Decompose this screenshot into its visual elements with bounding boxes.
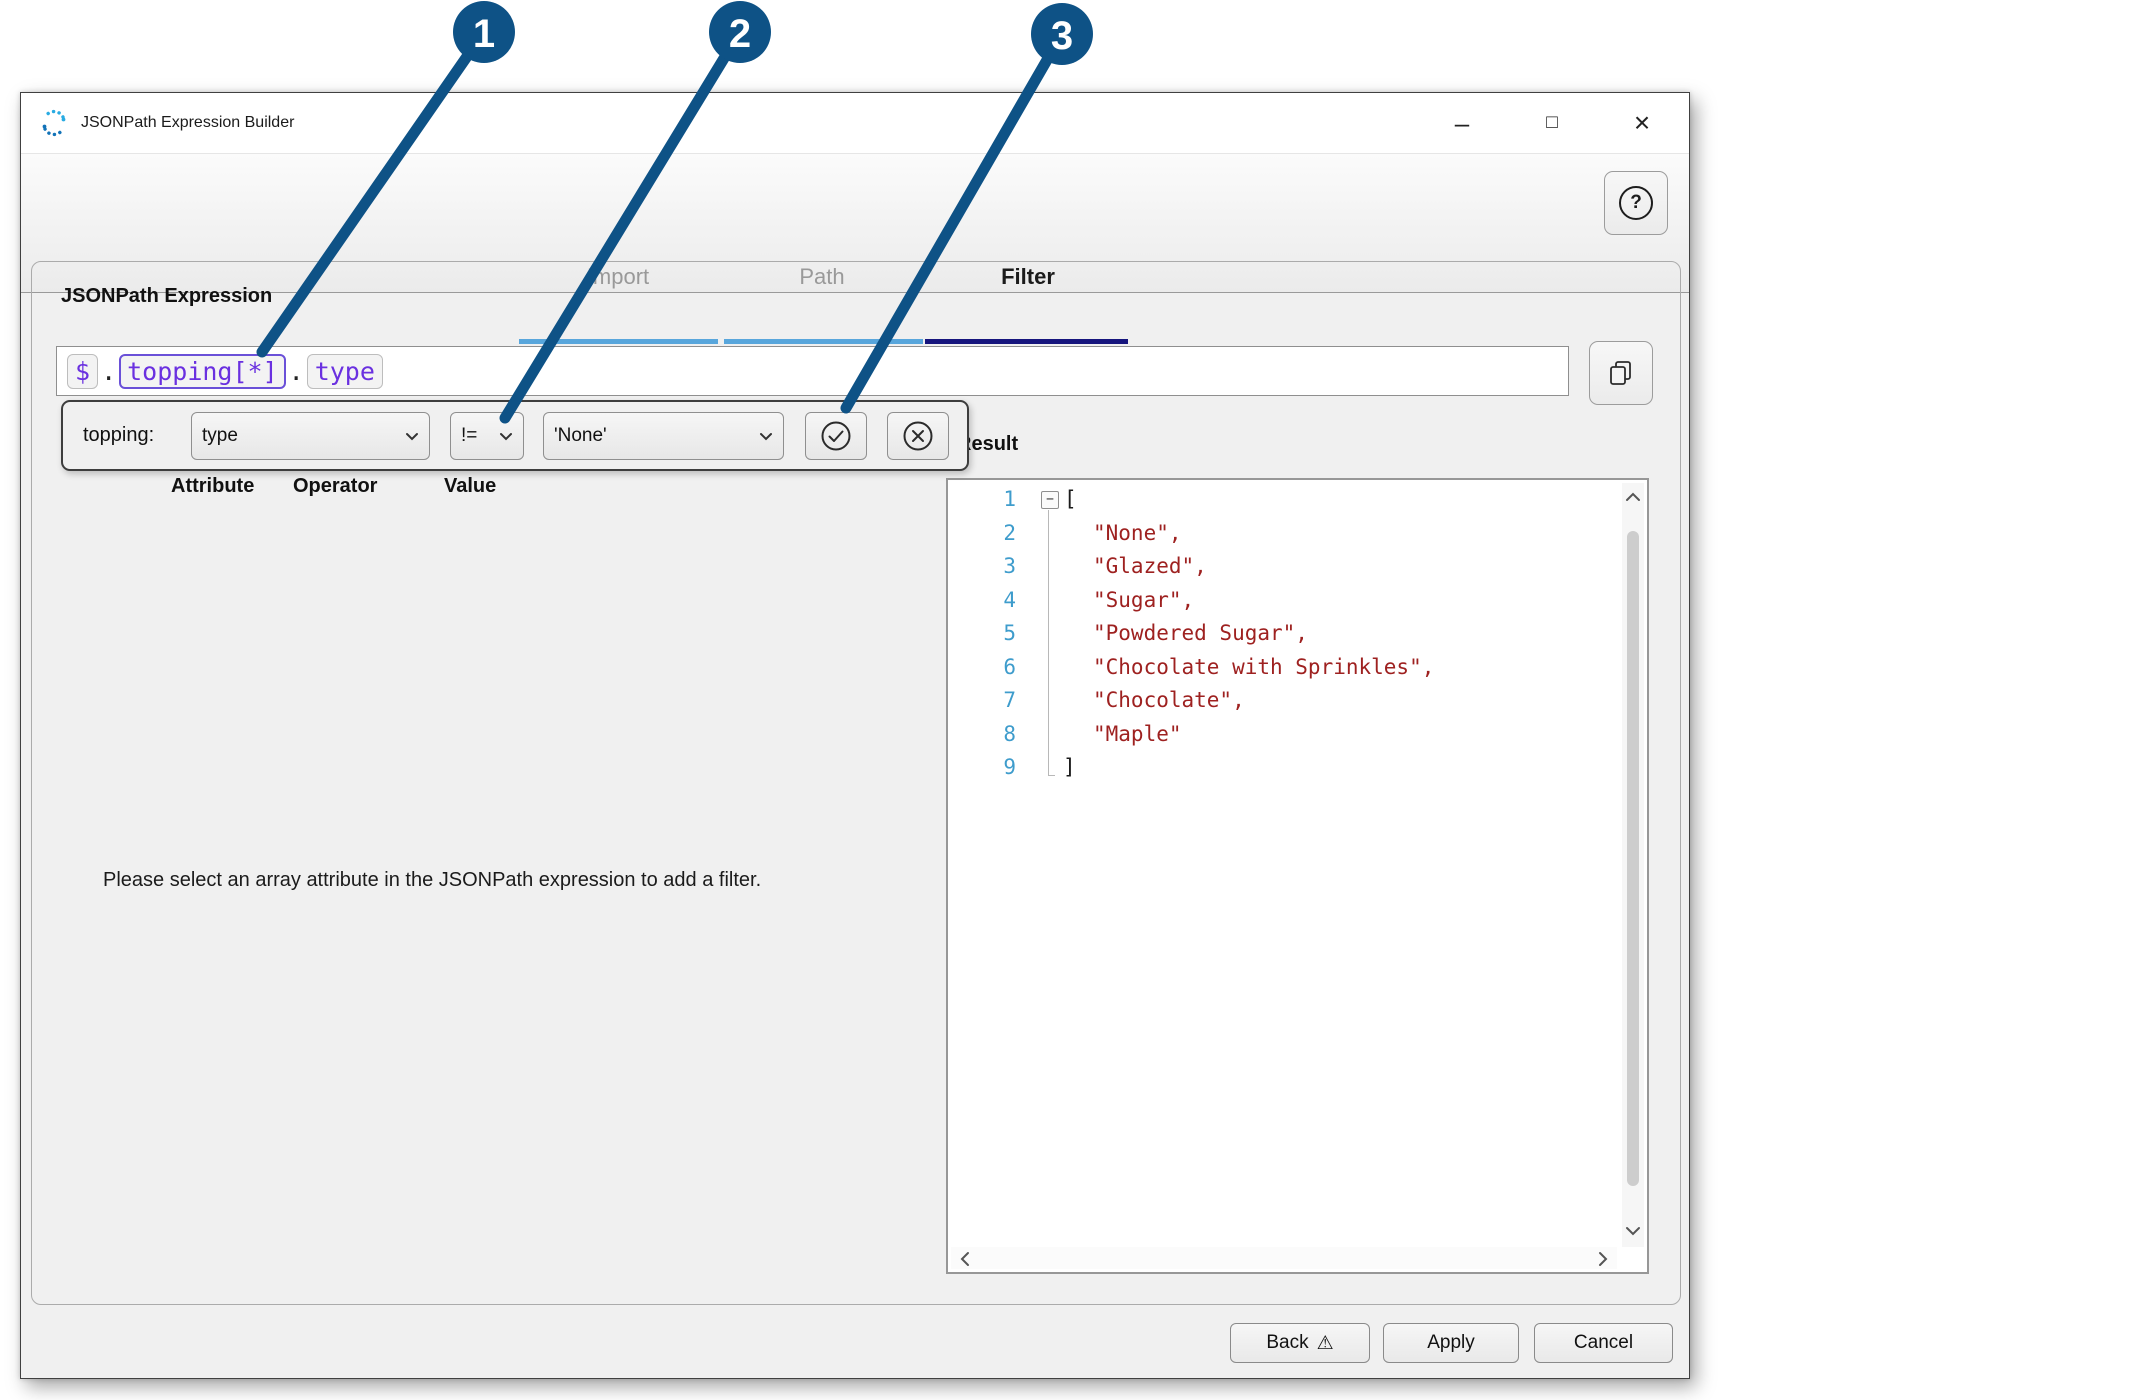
expression-input[interactable]: $ . topping[*] . type xyxy=(56,346,1569,396)
scrollbar-thumb[interactable] xyxy=(1627,531,1639,1186)
code-line: 3 "Glazed", xyxy=(948,550,1434,584)
chevron-down-icon xyxy=(500,432,512,440)
callout-circle-1 xyxy=(453,1,515,63)
screenshot-canvas: JSONPath Expression Builder – □ × Import… xyxy=(0,0,2142,1400)
back-button-label: Back xyxy=(1266,1332,1309,1353)
code-line: 1 − [ xyxy=(948,483,1434,517)
chevron-up-icon[interactable] xyxy=(1625,491,1641,503)
code-text: "Chocolate with Sprinkles", xyxy=(1093,654,1435,679)
attribute-select-value: type xyxy=(202,425,238,446)
check-circle-icon xyxy=(821,421,851,451)
line-number: 4 xyxy=(1003,587,1016,612)
callout-number-3: 3 xyxy=(1051,14,1073,58)
code-text: "Maple" xyxy=(1093,721,1182,746)
line-number: 2 xyxy=(1003,520,1016,545)
token-dot: . xyxy=(101,356,117,386)
help-button[interactable]: ? xyxy=(1604,171,1668,235)
value-select-value: 'None' xyxy=(554,425,607,446)
chevron-down-icon xyxy=(760,432,772,440)
apply-button-label: Apply xyxy=(1427,1332,1475,1353)
token-root-chip[interactable]: $ xyxy=(67,353,99,389)
callout-circle-3 xyxy=(1031,3,1093,65)
line-number: 1 xyxy=(1003,487,1016,511)
result-panel: 1 − [ 2 "None", 3 "Glazed", 4 "Sugar", 5 "Po… xyxy=(946,478,1649,1274)
maximize-icon: □ xyxy=(1546,112,1558,133)
code-line: 2 "None", xyxy=(948,517,1434,551)
column-label-value: Value xyxy=(444,475,497,497)
filter-popup: topping: type != 'None' xyxy=(61,400,969,471)
column-label-operator: Operator xyxy=(293,475,378,497)
window-title: JSONPath Expression Builder xyxy=(81,114,295,131)
chevron-right-icon[interactable] xyxy=(1597,1251,1609,1267)
token-dot: . xyxy=(288,356,304,386)
code-line: 9] xyxy=(948,751,1434,785)
line-number: 7 xyxy=(1003,688,1016,712)
minimize-button[interactable]: – xyxy=(1433,93,1491,153)
title-bar: JSONPath Expression Builder – □ × xyxy=(21,93,1689,154)
cancel-button-label: Cancel xyxy=(1573,1332,1634,1353)
app-icon xyxy=(42,109,66,137)
code-text: "None", xyxy=(1093,520,1182,545)
close-icon: × xyxy=(1633,107,1651,138)
code-text: "Glazed", xyxy=(1093,554,1207,578)
code-line: 8 "Maple" xyxy=(948,718,1434,752)
line-number: 8 xyxy=(1003,721,1016,746)
callout-number-2: 2 xyxy=(729,12,751,56)
copy-icon xyxy=(1610,361,1631,385)
app-window: JSONPath Expression Builder – □ × Import… xyxy=(20,92,1690,1379)
chevron-down-icon xyxy=(406,432,418,440)
code-line: 6 "Chocolate with Sprinkles", xyxy=(948,651,1434,685)
code-text: "Sugar", xyxy=(1093,587,1195,612)
vertical-scrollbar[interactable] xyxy=(1622,483,1644,1247)
column-label-attribute: Attribute xyxy=(171,475,255,497)
result-code: 1 − [ 2 "None", 3 "Glazed", 4 "Sugar", 5 "Po… xyxy=(948,483,1434,785)
code-text: "Powdered Sugar", xyxy=(1093,621,1308,645)
filter-hint-message: Please select an array attribute in the … xyxy=(103,869,762,891)
code-line: 7 "Chocolate", xyxy=(948,684,1434,718)
code-line: 5 "Powdered Sugar", xyxy=(948,617,1434,651)
chevron-left-icon[interactable] xyxy=(959,1251,971,1267)
callout-number-1: 1 xyxy=(473,12,495,56)
minimize-icon: – xyxy=(1454,108,1470,138)
horizontal-scrollbar[interactable] xyxy=(951,1247,1617,1269)
cancel-button[interactable]: Cancel xyxy=(1534,1323,1673,1363)
code-text: [ xyxy=(1064,487,1077,511)
code-text: ] xyxy=(1063,755,1076,779)
remove-filter-button[interactable] xyxy=(887,412,949,460)
attribute-select[interactable]: type xyxy=(191,412,430,460)
line-number: 3 xyxy=(1003,554,1016,578)
line-number: 5 xyxy=(1003,621,1016,645)
apply-button[interactable]: Apply xyxy=(1383,1323,1519,1363)
token-array-chip[interactable]: topping[*] xyxy=(119,353,286,389)
filter-prefix-label: topping: xyxy=(83,424,155,446)
copy-button[interactable] xyxy=(1589,341,1653,405)
back-button[interactable]: Back ⚠ xyxy=(1230,1323,1370,1363)
operator-select[interactable]: != xyxy=(450,412,524,460)
line-number: 9 xyxy=(1003,755,1016,779)
value-select[interactable]: 'None' xyxy=(543,412,784,460)
chevron-down-icon[interactable] xyxy=(1625,1225,1641,1237)
code-line: 4 "Sugar", xyxy=(948,584,1434,618)
token-field-chip[interactable]: type xyxy=(306,353,383,389)
operator-select-value: != xyxy=(461,425,478,446)
question-icon: ? xyxy=(1619,186,1653,220)
callout-circles xyxy=(453,1,1093,65)
code-text: "Chocolate", xyxy=(1093,688,1245,712)
close-button[interactable]: × xyxy=(1613,93,1671,153)
warning-icon: ⚠ xyxy=(1316,1332,1334,1354)
callout-circle-2 xyxy=(709,1,771,63)
maximize-button[interactable]: □ xyxy=(1523,93,1581,153)
x-circle-icon xyxy=(903,421,933,451)
fold-collapse-icon[interactable]: − xyxy=(1041,490,1059,509)
expression-section-label: JSONPath Expression xyxy=(61,285,273,307)
confirm-filter-button[interactable] xyxy=(805,412,867,460)
line-number: 6 xyxy=(1003,654,1016,679)
